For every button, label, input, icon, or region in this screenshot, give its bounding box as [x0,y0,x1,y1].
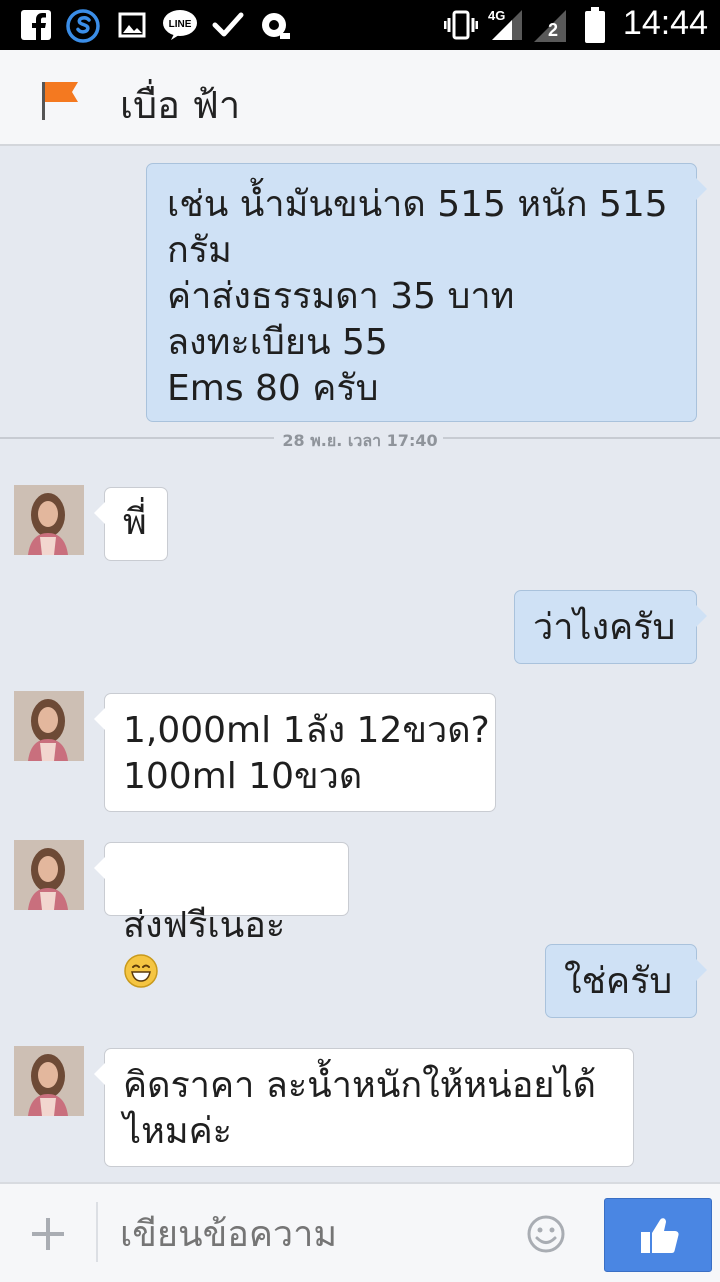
message-bubble-outgoing[interactable]: ใช่ครับ [545,944,707,1018]
check-icon [212,12,244,37]
thumbs-up-icon [641,1218,679,1253]
avatar[interactable] [14,691,84,761]
vibrate-icon [444,10,478,40]
grinning-face-icon [124,954,158,988]
clock: 14:44 [622,4,708,42]
flag-icon[interactable] [40,78,80,122]
message-bubble-outgoing[interactable]: ว่าไงครับ [514,590,707,664]
gallery-icon [118,12,146,38]
divider-line-right [443,437,720,439]
emoji-icon[interactable] [526,1214,566,1254]
message-input[interactable] [120,1214,510,1255]
camera-icon [262,13,290,39]
svg-text:LINE: LINE [169,19,192,30]
like-button[interactable] [604,1198,712,1272]
facebook-icon [21,10,51,40]
divider-line-left [0,437,274,439]
battery-icon [585,7,605,43]
avatar[interactable] [14,840,84,910]
sim-icon: 2 [534,10,566,42]
avatar[interactable] [14,1046,84,1116]
chat-header: เบื่อ ฟ้า [0,50,720,146]
avatar[interactable] [14,485,84,555]
message-list[interactable]: เช่น น้ำมันขน่าด 515 หนัก 515 กรัม ค่าส่… [0,146,720,1182]
message-text: ส่งฟรีเนอะ [123,905,286,946]
line-icon: LINE [163,10,197,40]
composer-separator [96,1202,98,1262]
message-bubble-outgoing[interactable]: เช่น น้ำมันขน่าด 515 หนัก 515 กรัม ค่าส่… [146,163,707,422]
svg-text:2: 2 [548,20,558,40]
message-bubble-incoming[interactable]: ส่งฟรีเนอะ [94,842,349,988]
status-bar: LINE 4G 2 14:44 [0,0,720,50]
message-composer [0,1182,720,1282]
message-bubble-incoming[interactable]: 1,000ml 1ลัง 12ขวด? 100ml 10ขวด [94,693,496,812]
signal-icon [492,10,522,40]
message-bubble-incoming[interactable]: พี่ [94,487,168,561]
contact-name[interactable]: เบื่อ ฟ้า [120,74,240,135]
s-app-icon [66,9,100,43]
plus-icon[interactable] [30,1216,66,1252]
timestamp-divider: 28 พ.ย. เวลา 17:40 [282,431,438,450]
message-bubble-incoming[interactable]: คิดราคา ละน้ำหนักให้หน่อยได้ ไหมค่ะ [94,1048,634,1167]
